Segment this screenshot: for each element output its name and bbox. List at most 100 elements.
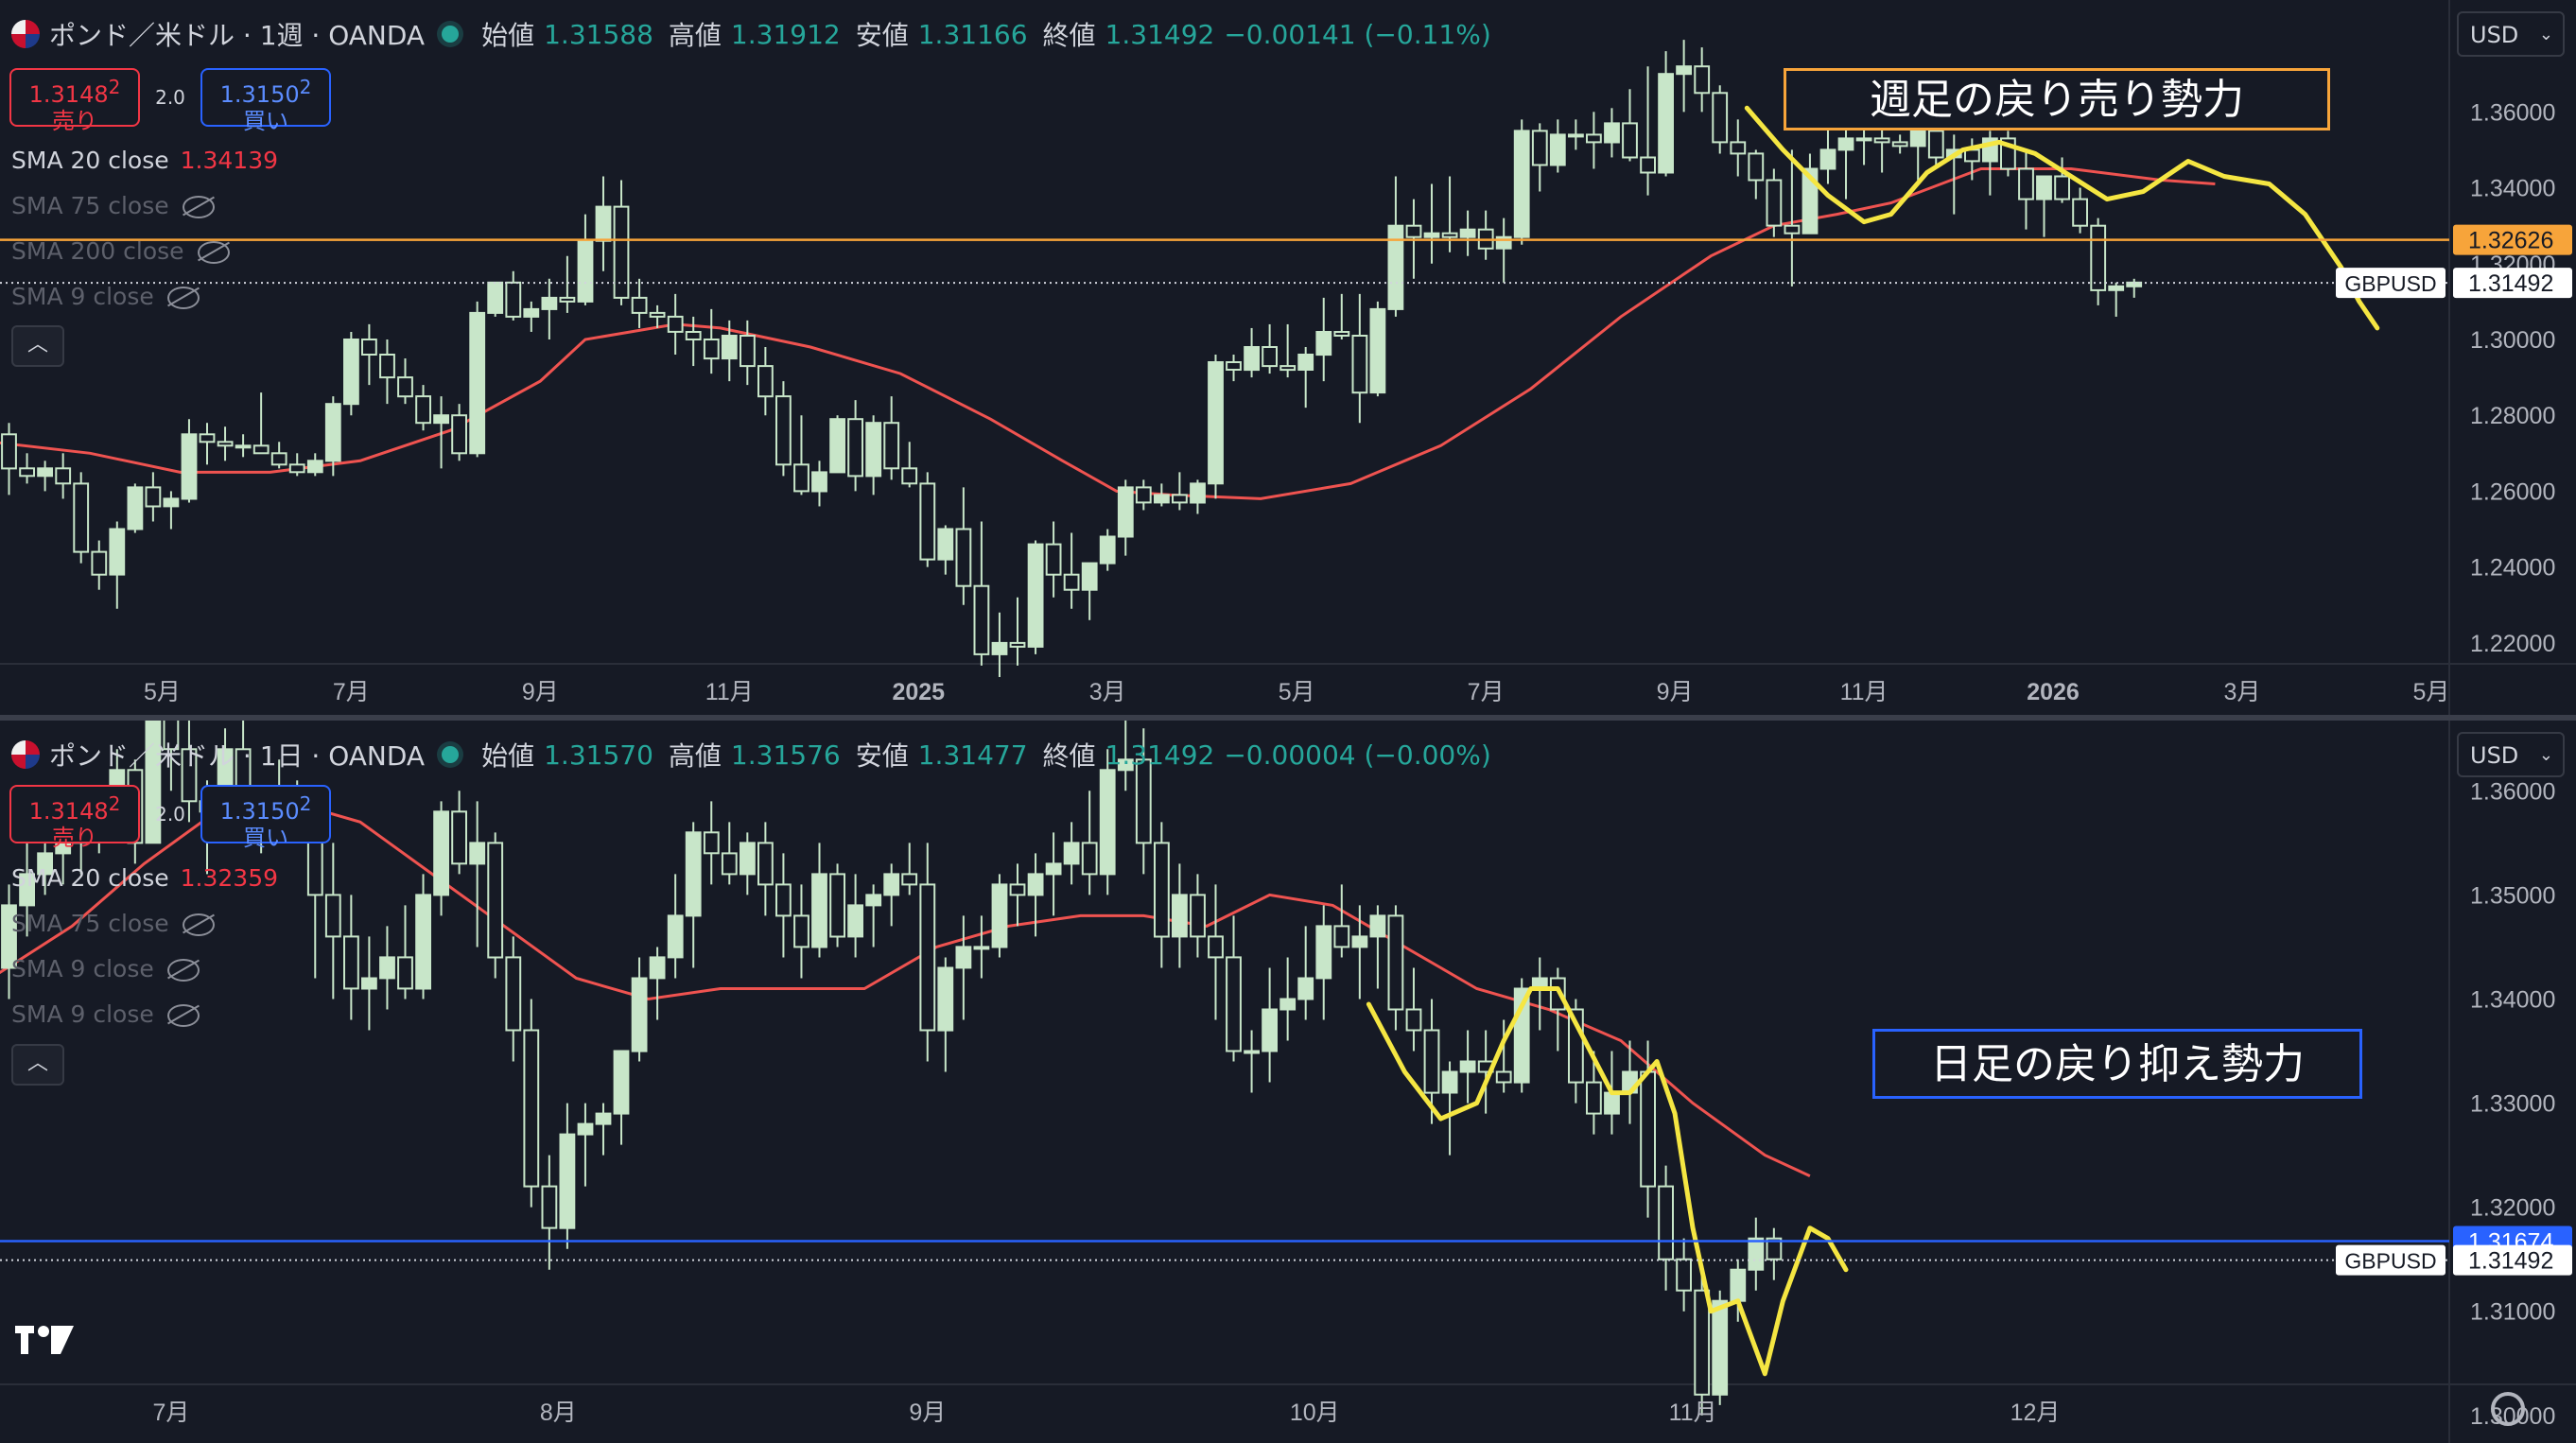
symbol-legend: ポンド／米ドル · 1日 · OANDA 始値 1.31570 高値 1.31576… [11,736,1491,774]
collapse-legend-button[interactable]: ︿ [11,1044,64,1086]
tradingview-logo-icon[interactable] [13,1320,76,1358]
market-status-icon[interactable] [442,746,460,763]
candle-body [1027,543,1044,648]
candle-body [361,339,377,356]
buy-button[interactable]: 1.31502 買い [200,68,331,134]
candle-body [1297,354,1314,371]
candle-body [1315,925,1332,980]
hidden-eye-icon[interactable] [197,241,230,264]
candle-body [1351,935,1368,948]
weekly-chart-panel[interactable]: 1.380001.360001.340001.320001.300001.280… [0,0,2576,717]
candle-body [1423,1029,1440,1094]
indicator-sma9[interactable]: SMA 9 close [11,955,200,982]
candle-body [1009,641,1026,648]
candle-body [433,414,450,425]
candle-body [1927,130,1944,159]
hidden-eye-icon[interactable] [182,196,215,218]
candle-body [649,956,666,980]
indicator-sma9[interactable]: SMA 9 close [11,283,200,310]
symbol-title[interactable]: ポンド／米ドル · 1週 · OANDA [49,15,425,53]
currency-select[interactable]: ⌄ USD [2457,11,2565,57]
annotation-daily[interactable]: 日足の戻り抑え勢力 [1872,1029,2362,1099]
gear-icon[interactable] [2491,1392,2525,1426]
time-tick-label: 7月 [152,1400,189,1426]
candle-body [163,497,180,508]
close-label: 終値 [1042,20,1096,51]
open-value: 1.31588 [544,18,653,50]
candle-body [1099,535,1116,565]
candle-body [1586,1081,1602,1115]
candle-body [955,528,972,587]
indicator-sma20[interactable]: SMA 20 close 1.34139 [11,147,278,174]
candle-body [451,810,468,865]
time-tick-label: 2025 [892,679,945,705]
indicator-value: 1.34139 [180,147,279,174]
market-status-icon[interactable] [442,26,460,43]
candle-body [523,1029,540,1188]
last-price-label: 1.31492 [2468,1248,2553,1275]
candle-body [1513,130,1530,238]
candle-body [1262,346,1278,368]
candle-body [1063,842,1080,865]
candle-body [1045,543,1062,576]
indicator-sma75[interactable]: SMA 75 close [11,910,215,937]
indicator-sma20[interactable]: SMA 20 close 1.32359 [11,864,278,892]
candle-body [379,354,395,379]
hidden-eye-icon[interactable] [166,287,200,309]
candle-body [306,460,323,474]
candle-body [505,281,522,318]
time-tick-label: 11月 [1840,679,1888,705]
open-label: 始値 [481,740,535,772]
candle-body [1459,228,1476,238]
buy-button[interactable]: 1.31502 買い [200,785,331,851]
time-tick-label: 3月 [2224,679,2261,705]
annotation-weekly[interactable]: 週足の戻り売り勢力 [1784,68,2330,130]
sell-button[interactable]: 1.31482 売り [9,785,140,851]
indicator-sma200[interactable]: SMA 200 close [11,237,230,265]
candle-body [235,444,252,449]
candle-body [1730,1268,1747,1302]
hidden-eye-icon[interactable] [166,1004,200,1027]
trend-drawing [1366,986,1849,1377]
change-value: −0.00004 (−0.00%) [1224,739,1491,771]
candle-body [181,433,198,500]
indicator-name: SMA 75 close [11,910,169,937]
candle-body [1568,133,1584,138]
candle-body [1208,361,1224,485]
candle-body [865,894,882,907]
candle-body [1658,1185,1674,1260]
candle-body [883,873,900,896]
candle-body [1172,494,1188,504]
indicator-sma9-2[interactable]: SMA 9 close [11,1000,200,1028]
candle-body [1549,133,1566,166]
candle-body [1315,331,1332,356]
buy-label: 買い [243,108,288,134]
candle-body [757,842,774,886]
high-value: 1.31576 [730,739,841,771]
indicator-sma75[interactable]: SMA 75 close [11,192,215,219]
close-value: 1.31492 [1105,739,1215,771]
candle-body [829,418,846,474]
candle-body [793,914,809,948]
hidden-eye-icon[interactable] [182,913,215,936]
level-price-label: 1.32626 [2468,228,2553,254]
candle-body [559,296,576,303]
candle-body [595,1112,612,1125]
candle-body [252,444,270,455]
collapse-legend-button[interactable]: ︿ [11,325,64,367]
candle-body [1405,224,1422,238]
candle-body [324,403,341,462]
daily-chart-panel[interactable]: 1.36000 1.35000 1.34000 1.33000 1.32000 1.310… [0,721,2576,1443]
time-tick-label: 12月 [2010,1400,2061,1426]
price-tick-label: 1.28000 [2470,403,2555,429]
candle-body [1423,232,1440,238]
time-tick-label: 5月 [2413,679,2450,705]
symbol-title[interactable]: ポンド／米ドル · 1日 · OANDA [49,736,425,774]
hidden-eye-icon[interactable] [166,959,200,982]
candle-body [324,894,341,938]
candle-body [1694,1289,1711,1396]
candle-body [199,433,216,443]
sell-button[interactable]: 1.31482 売り [9,68,140,134]
candle-body [847,418,864,478]
currency-select[interactable]: ⌄ USD [2457,732,2565,777]
